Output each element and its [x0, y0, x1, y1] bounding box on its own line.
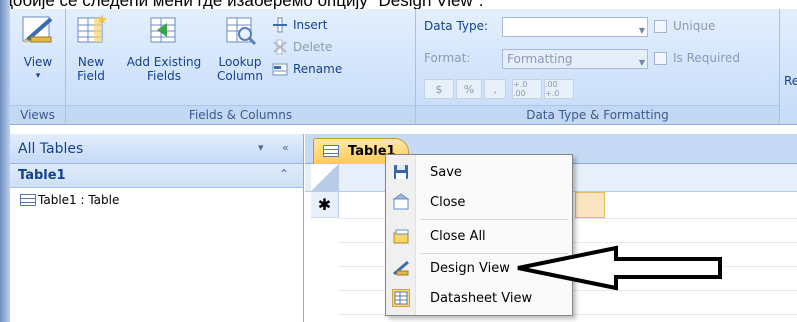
- datasheet-view-icon: [392, 289, 410, 307]
- views-group-label: Views: [10, 105, 65, 123]
- data-type-formatting-group-label: Data Type & Formatting: [416, 105, 779, 123]
- chevron-down-icon: ▼: [638, 26, 645, 35]
- increase-decimals-icon: +.0 .00: [513, 80, 528, 98]
- add-existing-fields-label-2: Fields: [147, 69, 181, 83]
- format-combo[interactable]: Formatting ▼: [502, 49, 648, 69]
- ribbon-group-fields-columns: New Field Add Existing Fields Lookup Col…: [66, 9, 416, 125]
- data-type-combo[interactable]: ▼: [502, 17, 648, 37]
- active-cell[interactable]: [575, 192, 605, 218]
- menu-item-label: Close: [430, 194, 466, 210]
- is-required-label: Is Required: [673, 51, 741, 65]
- lookup-column-button[interactable]: Lookup Column: [212, 13, 268, 83]
- ribbon: View ▾ Views New Field Add Existing Fiel…: [10, 9, 797, 125]
- close-all-icon: [392, 227, 410, 245]
- menu-item-label: Datasheet View: [430, 290, 533, 306]
- instruction-caption: добије се следећи мени где изаберемо опц…: [0, 0, 797, 9]
- percent-icon: %: [463, 82, 475, 96]
- menu-item-save[interactable]: Save: [386, 159, 572, 185]
- view-button[interactable]: View ▾: [14, 13, 62, 83]
- new-field-button[interactable]: New Field: [66, 13, 116, 83]
- insert-button[interactable]: Insert: [272, 15, 327, 35]
- chevron-down-icon[interactable]: ▾: [258, 141, 264, 154]
- comma-icon: ,: [493, 82, 497, 96]
- ribbon-group-data-type-formatting: Data Type: ▼ Unique Format: Formatting ▼…: [416, 9, 780, 125]
- nav-pane-header[interactable]: All Tables ▾ «: [10, 134, 303, 164]
- is-required-checkbox[interactable]: Is Required: [654, 51, 740, 65]
- menu-separator: [420, 219, 568, 220]
- nav-item-label: Table1 : Table: [38, 193, 120, 207]
- design-view-icon: [21, 13, 55, 47]
- currency-icon: $: [435, 82, 443, 96]
- menu-item-label: Close All: [430, 228, 486, 244]
- lookup-column-label-2: Column: [217, 69, 263, 83]
- new-field-label-2: Field: [77, 69, 105, 83]
- data-type-label: Data Type:: [424, 19, 489, 33]
- lookup-column-icon: [223, 13, 257, 47]
- design-view-icon: [392, 259, 410, 277]
- decrease-decimals-icon: .00 +.0: [545, 80, 560, 98]
- is-required-checkbox-box: [654, 51, 667, 65]
- add-existing-fields-icon: [147, 13, 181, 47]
- new-field-icon: [74, 13, 108, 47]
- chevron-down-icon: ▾: [35, 71, 41, 81]
- next-group-fragment: Re: [784, 74, 797, 88]
- fields-columns-group-label: Fields & Columns: [66, 105, 415, 123]
- ribbon-group-views: View ▾ Views: [10, 9, 66, 125]
- chevron-up-icon[interactable]: ⌃: [279, 167, 289, 181]
- delete-label: Delete: [293, 40, 333, 54]
- insert-label: Insert: [293, 18, 328, 32]
- nav-pane-title: All Tables: [18, 140, 84, 157]
- menu-item-label: Save: [430, 164, 462, 180]
- insert-icon: [272, 17, 288, 33]
- close-icon: [392, 193, 410, 211]
- percent-format-button[interactable]: %: [456, 79, 482, 99]
- rename-button[interactable]: Rename: [272, 59, 342, 79]
- unique-checkbox-box: [654, 19, 667, 33]
- currency-format-button[interactable]: $: [424, 79, 454, 99]
- format-label: Format:: [424, 51, 471, 65]
- lookup-column-label-1: Lookup: [218, 55, 262, 69]
- pointer-arrow-annotation: [517, 245, 722, 291]
- delete-button[interactable]: Delete: [272, 37, 332, 57]
- unique-checkbox[interactable]: Unique: [654, 19, 715, 33]
- menu-item-label: Design View: [430, 260, 510, 276]
- window-frame-left: [0, 0, 10, 322]
- new-field-label-1: New: [77, 55, 105, 69]
- comma-format-button[interactable]: ,: [484, 79, 506, 99]
- nav-item-table1[interactable]: Table1 : Table: [10, 188, 303, 212]
- decrease-decimals-button[interactable]: .00 +.0: [544, 79, 574, 99]
- collapse-pane-icon[interactable]: «: [282, 141, 289, 154]
- menu-item-close[interactable]: Close: [386, 189, 572, 215]
- save-icon: [392, 163, 410, 181]
- delete-icon: [272, 39, 288, 55]
- format-value: Formatting: [507, 52, 573, 66]
- chevron-down-icon: ▼: [638, 58, 645, 67]
- navigation-pane: All Tables ▾ « Table1 ⌃ Table1 : Table: [10, 134, 304, 322]
- increase-decimals-button[interactable]: +.0 .00: [512, 79, 542, 99]
- select-all-box[interactable]: [311, 164, 339, 192]
- nav-group-table1[interactable]: Table1 ⌃: [10, 164, 303, 188]
- unique-label: Unique: [673, 19, 716, 33]
- table-icon: [323, 145, 339, 157]
- new-record-marker: ✱: [311, 192, 339, 218]
- table-icon: [20, 194, 36, 206]
- add-existing-fields-label-1: Add Existing: [126, 55, 202, 69]
- add-existing-fields-button[interactable]: Add Existing Fields: [116, 13, 212, 83]
- rename-icon: [272, 61, 288, 77]
- rename-label: Rename: [293, 62, 343, 76]
- nav-group-label: Table1: [18, 168, 66, 183]
- view-button-label: View: [23, 55, 53, 69]
